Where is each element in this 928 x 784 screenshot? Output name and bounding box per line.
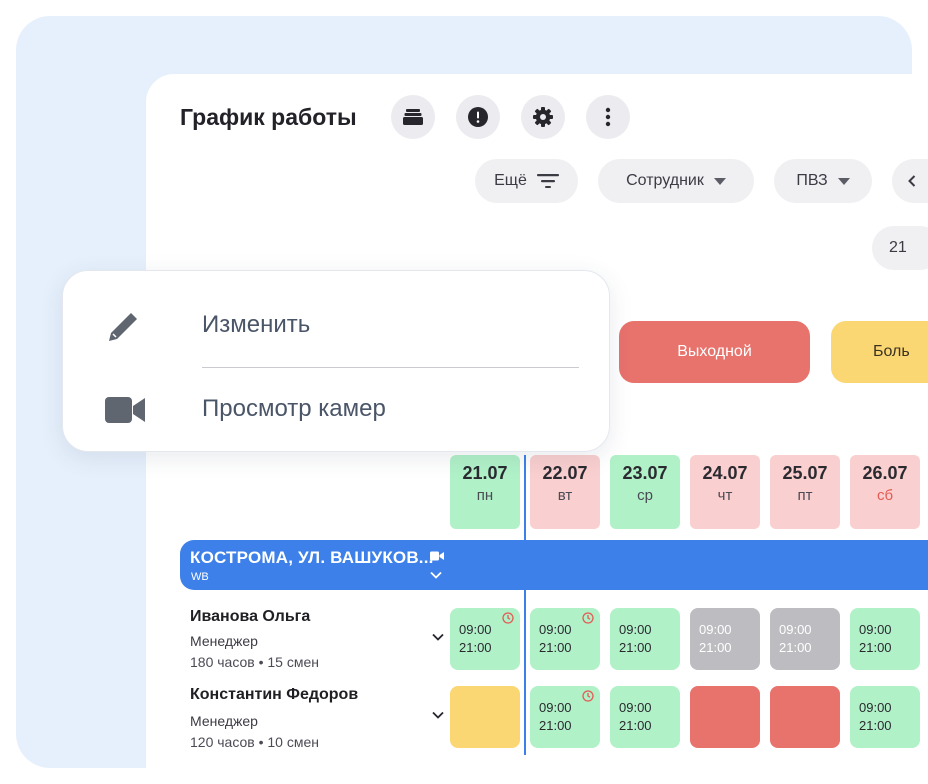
settings-button[interactable] [521, 95, 565, 139]
day-weekday: пт [797, 487, 813, 504]
day-date: 23.07 [622, 463, 668, 483]
shift-end: 21:00 [539, 718, 572, 733]
day-weekday: вт [557, 487, 573, 504]
employee-hours: 120 часов • 10 смен [190, 734, 319, 750]
clock-icon [502, 612, 514, 624]
caret-down-icon [837, 177, 850, 185]
alert-button[interactable] [456, 95, 500, 139]
day-weekday: пн [476, 487, 494, 504]
day-header: 21.07 пн [450, 455, 520, 529]
chevron-down-icon[interactable] [432, 633, 444, 641]
pvz-filter[interactable]: ПВЗ [774, 159, 872, 203]
shift-cell[interactable]: 09:00 21:00 [770, 608, 840, 670]
branch-header[interactable]: КОСТРОМА, УЛ. ВАШУКОВ... WB [180, 540, 928, 590]
day-header: 25.07 пт [770, 455, 840, 529]
shift-cell[interactable] [450, 686, 520, 748]
legend-day-off: Выходной [619, 321, 810, 383]
employee-filter[interactable]: Сотрудник [598, 159, 754, 203]
employee-filter-label: Сотрудник [626, 172, 704, 189]
menu-item-edit[interactable]: Изменить [63, 285, 609, 367]
legend-sick: Боль [831, 321, 928, 383]
employee-role: Менеджер [190, 633, 258, 649]
shift-cell[interactable] [770, 686, 840, 748]
shift-end: 21:00 [859, 718, 892, 733]
day-weekday: ср [637, 487, 653, 504]
shift-cell[interactable]: 09:00 21:00 [530, 608, 600, 670]
shift-start: 09:00 [619, 700, 652, 715]
clock-icon [582, 690, 594, 702]
day-header: 22.07 вт [530, 455, 600, 529]
branch-marketplace: WB [191, 571, 209, 583]
shift-cell[interactable] [690, 686, 760, 748]
stack-icon [403, 109, 423, 125]
shift-end: 21:00 [619, 640, 652, 655]
chevron-left-icon [908, 175, 916, 187]
page-title: График работы [180, 104, 357, 130]
date-range-chip[interactable]: 21 [872, 226, 928, 270]
more-filters-button[interactable]: Ещё [475, 159, 578, 203]
menu-item-edit-label: Изменить [202, 311, 311, 338]
shift-end: 21:00 [779, 640, 812, 655]
more-vertical-icon [605, 107, 611, 127]
menu-item-cameras[interactable]: Просмотр камер [63, 369, 609, 451]
menu-item-cameras-label: Просмотр камер [202, 395, 386, 422]
more-button[interactable] [586, 95, 630, 139]
prev-period-button[interactable] [892, 159, 928, 203]
alert-icon [468, 107, 488, 127]
day-weekday: сб [876, 487, 894, 504]
shift-start: 09:00 [699, 622, 732, 637]
day-header: 26.07 сб [850, 455, 920, 529]
gear-icon [533, 107, 553, 127]
shift-end: 21:00 [539, 640, 572, 655]
day-date: 21.07 [462, 463, 508, 483]
employee-name: Иванова Ольга [190, 608, 311, 625]
employee-name: Константин Федоров [190, 686, 359, 703]
day-header: 23.07 ср [610, 455, 680, 529]
clock-icon [582, 612, 594, 624]
chevron-down-icon[interactable] [430, 571, 442, 579]
shift-end: 21:00 [619, 718, 652, 733]
shift-cell[interactable]: 09:00 21:00 [530, 686, 600, 748]
pencil-icon [109, 313, 137, 341]
day-date: 22.07 [542, 463, 588, 483]
video-camera-icon [105, 397, 145, 423]
day-date: 24.07 [702, 463, 748, 483]
employee-role: Менеджер [190, 713, 258, 729]
more-filters-label: Ещё [494, 172, 527, 189]
day-header: 24.07 чт [690, 455, 760, 529]
day-date: 26.07 [862, 463, 908, 483]
today-marker [524, 455, 526, 755]
branch-name: КОСТРОМА, УЛ. ВАШУКОВ... [190, 548, 434, 567]
shift-end: 21:00 [859, 640, 892, 655]
caret-down-icon [713, 177, 726, 185]
filter-icon [536, 174, 559, 188]
shift-start: 09:00 [779, 622, 812, 637]
shift-cell[interactable]: 09:00 21:00 [610, 608, 680, 670]
stack-button[interactable] [391, 95, 435, 139]
pvz-filter-label: ПВЗ [796, 172, 828, 189]
menu-divider [202, 367, 579, 368]
shift-start: 09:00 [859, 700, 892, 715]
shift-cell[interactable]: 09:00 21:00 [450, 608, 520, 670]
employee-hours: 180 часов • 15 смен [190, 654, 319, 670]
context-menu: Изменить Просмотр камер [62, 270, 610, 452]
chevron-down-icon[interactable] [432, 711, 444, 719]
shift-cell[interactable]: 09:00 21:00 [850, 608, 920, 670]
shift-start: 09:00 [859, 622, 892, 637]
shift-cell[interactable]: 09:00 21:00 [850, 686, 920, 748]
day-weekday: чт [717, 487, 733, 504]
shift-cell[interactable]: 09:00 21:00 [690, 608, 760, 670]
shift-cell[interactable]: 09:00 21:00 [610, 686, 680, 748]
camera-icon[interactable] [430, 551, 444, 561]
shift-start: 09:00 [619, 622, 652, 637]
shift-end: 21:00 [459, 640, 492, 655]
shift-end: 21:00 [699, 640, 732, 655]
day-date: 25.07 [782, 463, 828, 483]
